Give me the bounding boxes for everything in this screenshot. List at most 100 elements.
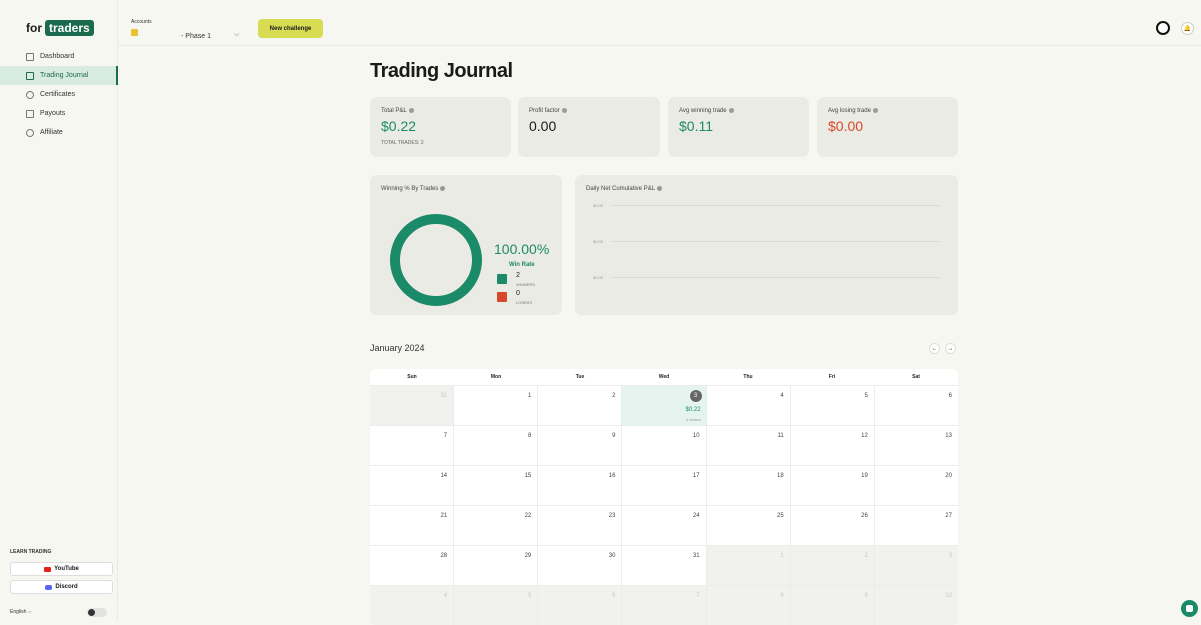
calendar-week: 14 15 16 17 18 19 20 xyxy=(370,465,958,505)
losers-swatch xyxy=(497,292,507,302)
calendar-month: January 2024 xyxy=(370,343,425,353)
calendar-day[interactable]: 11 xyxy=(706,425,791,465)
day-number: 7 xyxy=(696,593,700,599)
win-rate-title: Winning % By Trades xyxy=(381,186,439,193)
new-challenge-button[interactable]: New challenge xyxy=(258,19,323,38)
calendar-day[interactable]: 2 xyxy=(538,385,623,425)
sidebar-item-payouts[interactable]: Payouts xyxy=(0,104,118,123)
weekday-header: Wed xyxy=(658,374,670,380)
account-select[interactable]: - Phase 1 xyxy=(181,33,211,40)
calendar-day[interactable]: 28 xyxy=(370,545,455,585)
win-rate-label: Win Rate xyxy=(509,262,535,268)
calendar-day[interactable]: 8 xyxy=(706,585,791,625)
day-number: 17 xyxy=(692,473,700,479)
chevron-down-icon[interactable]: ⌵ xyxy=(234,31,239,39)
calendar-day[interactable]: 1 xyxy=(706,545,791,585)
discord-button[interactable]: Discord xyxy=(10,580,113,594)
day-number: 4 xyxy=(780,393,784,399)
calendar-day[interactable]: 17 xyxy=(622,465,707,505)
chat-button[interactable] xyxy=(1181,600,1198,617)
calendar-day[interactable]: 14 xyxy=(370,465,455,505)
avg-win-value: $0.11 xyxy=(679,118,713,134)
calendar-day[interactable]: 30 xyxy=(538,545,623,585)
calendar-day[interactable]: 22 xyxy=(454,505,539,545)
y-tick-label: $0.00 xyxy=(593,275,604,280)
calendar-day[interactable]: 2 xyxy=(790,545,875,585)
calendar-day[interactable]: 21 xyxy=(370,505,455,545)
info-icon[interactable] xyxy=(408,108,414,113)
calendar-day[interactable]: 3 xyxy=(874,545,958,585)
day-number: 5 xyxy=(527,593,532,599)
youtube-button[interactable]: YouTube xyxy=(10,562,113,576)
day-number: 28 xyxy=(440,553,448,559)
theme-toggle[interactable] xyxy=(87,608,107,617)
bell-icon[interactable]: 🔔 xyxy=(1181,22,1194,35)
calendar-day[interactable]: 23 xyxy=(538,505,623,545)
calendar-day[interactable]: 5 xyxy=(790,385,875,425)
calendar-day[interactable]: 26 xyxy=(790,505,875,545)
sidebar-item-trading-journal[interactable]: Trading Journal xyxy=(0,66,118,85)
day-number: 26 xyxy=(861,513,868,519)
avg-loss-label: Avg losing trade xyxy=(828,108,871,115)
info-icon[interactable] xyxy=(657,186,663,191)
day-number: 21 xyxy=(440,513,448,519)
prev-month-button[interactable]: ← xyxy=(929,343,940,354)
sidebar-item-dashboard[interactable]: Dashboard xyxy=(0,47,118,66)
calendar-day[interactable]: 10 xyxy=(874,585,958,625)
total-pnl-value: $0.22 xyxy=(381,118,417,134)
gridline xyxy=(610,205,940,206)
book-icon xyxy=(26,71,34,80)
day-number: 1 xyxy=(527,393,532,399)
calendar-day[interactable]: 24 xyxy=(622,505,707,545)
calendar-day[interactable]: 31 xyxy=(622,545,707,585)
info-icon[interactable] xyxy=(872,108,878,113)
brand-logo[interactable]: for traders xyxy=(26,20,94,36)
profit-factor-value: 0.00 xyxy=(529,118,557,134)
day-number: 4 xyxy=(443,593,448,599)
calendar-day[interactable]: 8 xyxy=(454,425,539,465)
info-icon[interactable] xyxy=(561,108,567,113)
language-select[interactable]: English ⌵ xyxy=(10,609,32,615)
profit-factor-label: Profit factor xyxy=(529,108,560,115)
calendar-day[interactable]: 6 xyxy=(874,385,958,425)
calendar-day[interactable]: 5 xyxy=(454,585,539,625)
wallet-icon xyxy=(26,109,34,118)
win-rate-donut xyxy=(390,214,482,306)
calendar-day[interactable]: 25 xyxy=(706,505,791,545)
sidebar-item-certificates[interactable]: Certificates xyxy=(0,85,118,104)
calendar-body: 31 1 2 3 $0.22 2 trades 4 5 6 7 8 9 10 11 12 13 14 15 16 17… xyxy=(370,385,958,625)
calendar-day[interactable]: 4 xyxy=(706,385,791,425)
calendar-day[interactable]: 9 xyxy=(790,585,875,625)
info-icon[interactable] xyxy=(440,186,446,191)
calendar-day[interactable]: 12 xyxy=(790,425,875,465)
calendar-day[interactable]: 4 xyxy=(370,585,455,625)
calendar-header: Sun Mon Tue Wed Thu Fri Sat xyxy=(370,369,958,385)
calendar-day[interactable]: 7 xyxy=(622,585,707,625)
next-month-button[interactable]: → xyxy=(945,343,956,354)
info-icon[interactable] xyxy=(728,108,734,113)
calendar-day[interactable]: 16 xyxy=(538,465,623,505)
calendar-day[interactable]: 10 xyxy=(622,425,707,465)
day-number: 16 xyxy=(608,473,616,479)
day-number: 18 xyxy=(777,473,784,479)
calendar-day[interactable]: 9 xyxy=(538,425,623,465)
calendar-day[interactable]: 31 xyxy=(370,385,455,425)
accounts-label: Accounts xyxy=(131,19,152,25)
calendar-day[interactable]: 27 xyxy=(874,505,958,545)
calendar-day[interactable]: 1 xyxy=(454,385,539,425)
calendar-day[interactable]: 19 xyxy=(790,465,875,505)
total-pnl-card: Total P&L $0.22 TOTAL TRADES: 2 xyxy=(370,97,511,157)
sidebar-item-affiliate[interactable]: Affiliate xyxy=(0,123,118,142)
total-trades: TOTAL TRADES: 2 xyxy=(381,140,424,146)
discord-label: Discord xyxy=(55,584,78,590)
calendar-day[interactable]: 29 xyxy=(454,545,539,585)
calendar-day[interactable]: 3 $0.22 2 trades xyxy=(622,385,707,425)
calendar-day[interactable]: 20 xyxy=(874,465,958,505)
day-number: 22 xyxy=(524,513,532,519)
calendar-day[interactable]: 15 xyxy=(454,465,539,505)
calendar-day[interactable]: 6 xyxy=(538,585,623,625)
user-icon[interactable] xyxy=(1156,21,1170,35)
calendar-day[interactable]: 18 xyxy=(706,465,791,505)
calendar-day[interactable]: 13 xyxy=(874,425,958,465)
calendar-day[interactable]: 7 xyxy=(370,425,455,465)
